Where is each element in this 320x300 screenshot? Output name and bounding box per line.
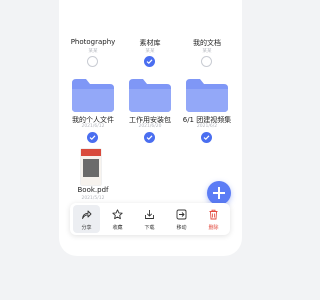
folder-icon [129,79,171,112]
item-date: 2021/6/2 [196,124,218,129]
download-button[interactable]: 下载 [136,205,163,233]
checkmark-icon [146,59,153,65]
favorite-label: 收藏 [112,225,123,231]
delete-button[interactable]: 删除 [200,205,227,233]
phone-screen: Photography 某某 素材库 某某 我的文档 某某 我的个人文件 202… [59,0,242,256]
delete-label: 删除 [208,225,219,231]
plus-icon-vertical [218,187,220,199]
download-icon [145,210,154,219]
item-meta: 某某 [202,49,212,54]
select-checkbox[interactable] [87,132,98,143]
move-icon [176,209,187,220]
item-date: 2021/6/12 [81,124,105,129]
pdf-cover-art [83,159,99,177]
grid-item-personal-files[interactable]: 我的个人文件 2021/6/12 [63,78,123,143]
checkmark-icon [146,135,153,141]
favorite-button[interactable]: 收藏 [104,205,131,233]
move-button[interactable]: 移动 [168,205,195,233]
share-label: 分享 [81,225,92,231]
share-icon [82,210,92,219]
add-button[interactable] [207,181,231,205]
item-name: 我的文档 [193,39,221,47]
select-checkbox[interactable] [201,132,212,143]
folder-icon [72,79,114,112]
checkmark-icon [89,135,96,141]
pdf-cover-band [81,149,101,156]
move-label: 移动 [176,225,187,231]
select-checkbox[interactable] [144,56,155,67]
trash-icon [209,209,218,220]
folder-icon [186,79,228,112]
select-checkbox[interactable] [201,56,212,67]
bottom-action-toolbar: 分享 收藏 下载 移动 删除 [70,203,230,235]
grid-item-photography[interactable]: Photography 某某 [63,38,123,70]
star-icon [112,209,123,220]
checkmark-icon [203,135,210,141]
item-name: 素材库 [139,39,161,47]
item-meta: 某某 [145,49,155,54]
share-button[interactable]: 分享 [73,205,100,233]
item-date: 2021/5/12 [81,196,105,201]
grid-item-work-installers[interactable]: 工作用安装包 2021/6/20 [120,78,180,143]
grid-item-team-videos[interactable]: 6/1 团建视频集 2021/6/2 [177,78,237,143]
grid-item-my-documents[interactable]: 我的文档 某某 [177,38,237,70]
item-meta: 某某 [88,49,98,54]
item-name: Photography [70,38,116,46]
item-name: Book.pdf [77,186,109,194]
download-label: 下载 [144,225,155,231]
grid-item-material-library[interactable]: 素材库 某某 [120,38,180,70]
pdf-thumbnail[interactable] [81,149,101,185]
select-checkbox[interactable] [87,56,98,67]
item-date: 2021/6/20 [138,124,162,129]
select-checkbox[interactable] [144,132,155,143]
